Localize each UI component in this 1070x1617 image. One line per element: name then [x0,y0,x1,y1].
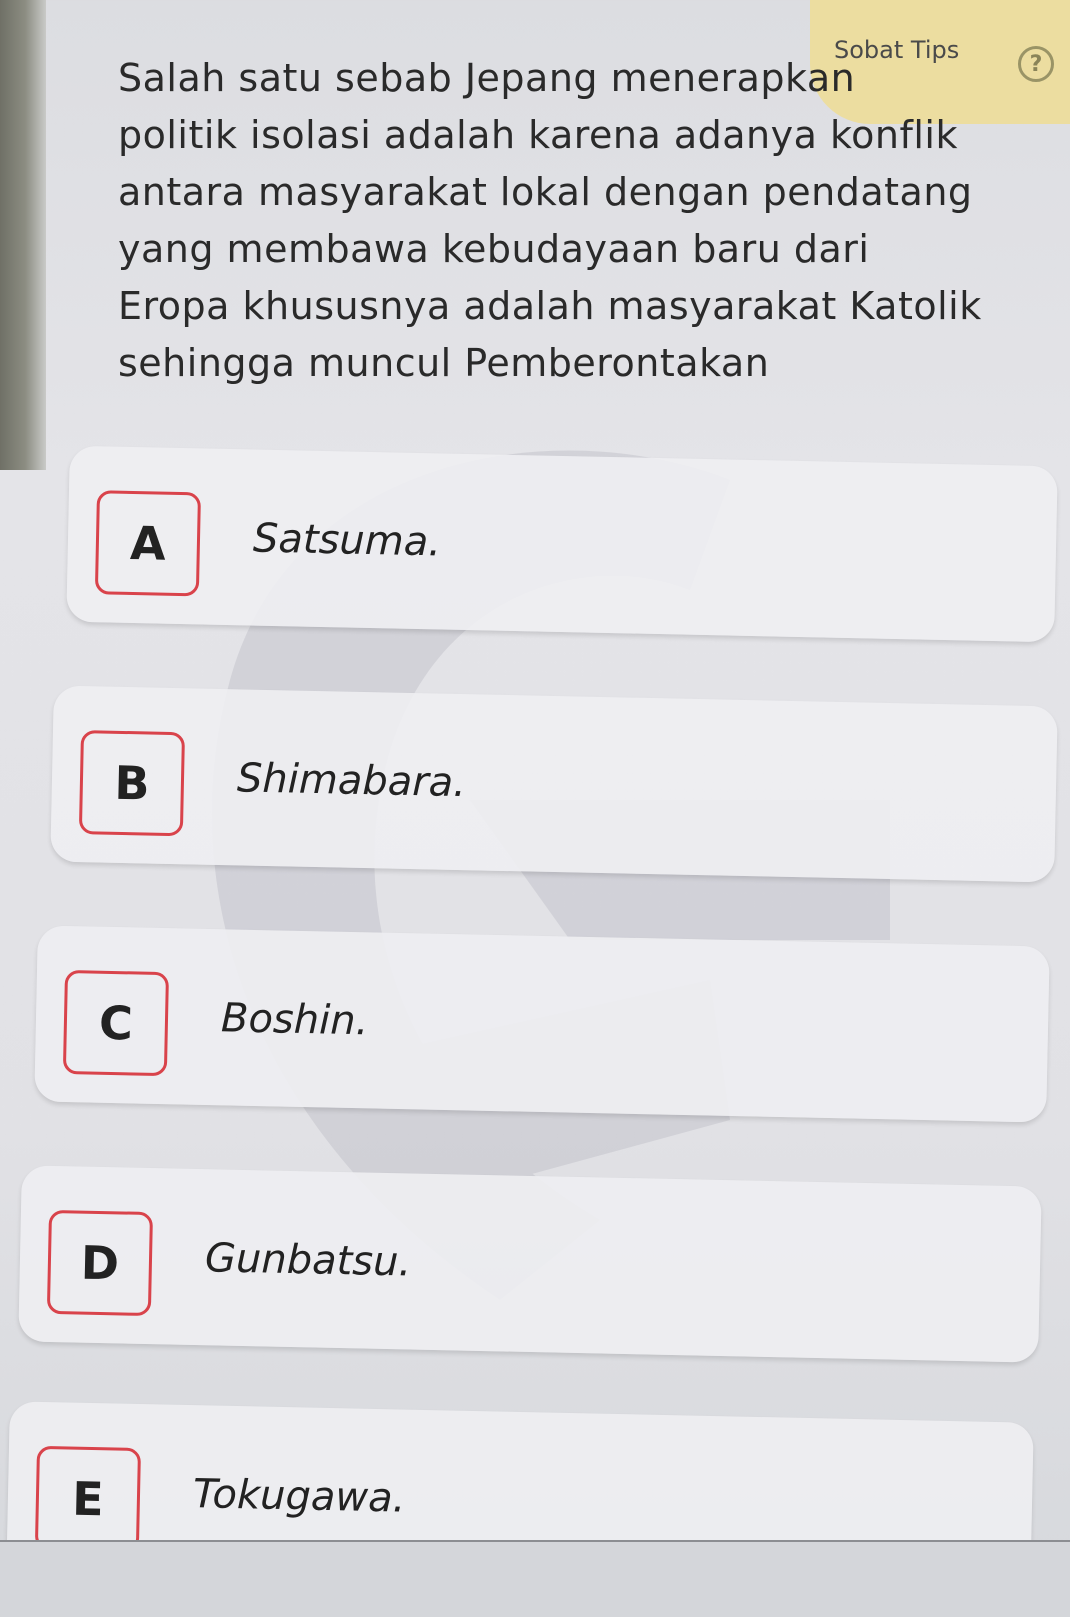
question-line: yang membawa kebudayaan baru dari [118,227,870,271]
option-d[interactable]: D Gunbatsu. [18,1165,1042,1363]
option-text-e: Tokugawa. [192,1471,406,1522]
bottom-screen-edge [0,1540,1070,1617]
option-text-a: Satsuma. [252,515,442,566]
question-line: sehingga muncul Pemberontakan [118,341,770,385]
option-b[interactable]: B Shimabara. [50,685,1058,883]
option-text-d: Gunbatsu. [204,1235,412,1286]
option-letter-c: C [62,969,170,1077]
option-a[interactable]: A Satsuma. [66,445,1058,643]
left-edge-shadow [0,0,46,470]
option-letter-b: B [78,730,186,837]
option-text-c: Boshin. [220,995,369,1045]
option-c[interactable]: C Boshin. [34,925,1050,1123]
option-letter-a: A [94,490,202,597]
option-text-b: Shimabara. [236,755,467,807]
question-line: antara masyarakat lokal dengan pendatang [118,170,973,214]
option-letter-d: D [46,1209,154,1317]
question-line: politik isolasi adalah karena adanya kon… [118,113,958,157]
question-line: Eropa khususnya adalah masyarakat Katoli… [118,284,982,328]
question-text: Salah satu sebab Jepang menerapkan polit… [118,50,1048,392]
option-letter-e: E [34,1445,142,1553]
question-line: Salah satu sebab Jepang menerapkan [118,56,856,100]
